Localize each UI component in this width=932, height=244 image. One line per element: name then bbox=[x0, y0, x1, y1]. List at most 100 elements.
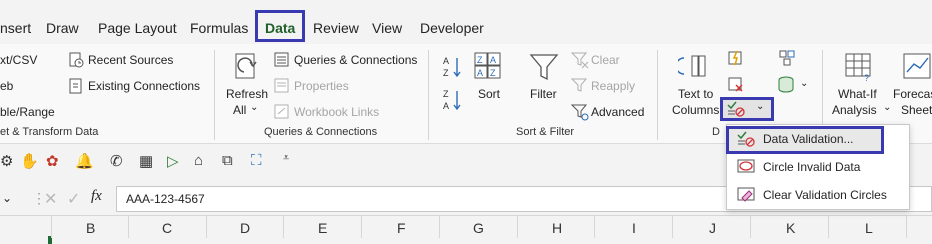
queries-connections-button[interactable]: Queries & Connections bbox=[294, 53, 417, 67]
consolidate-icon[interactable] bbox=[779, 50, 795, 66]
column-header-d[interactable]: D bbox=[240, 220, 250, 236]
sort-icon: Z A A Z bbox=[474, 52, 501, 79]
recent-sources-button[interactable]: Recent Sources bbox=[88, 53, 173, 67]
properties-icon bbox=[274, 78, 289, 93]
column-header-g[interactable]: G bbox=[473, 220, 484, 236]
from-table-range-button[interactable]: ble/Range bbox=[0, 105, 55, 119]
refresh-all-label-1[interactable]: Refresh bbox=[226, 87, 268, 101]
text-to-columns-label-2[interactable]: Columns bbox=[672, 103, 719, 117]
data-validation-icon bbox=[737, 131, 755, 147]
filter-button[interactable]: Filter bbox=[530, 87, 557, 101]
svg-text:Z: Z bbox=[490, 68, 496, 78]
svg-text:A: A bbox=[443, 101, 449, 111]
insert-function-button[interactable]: fx bbox=[91, 188, 102, 205]
reapply-button[interactable]: Reapply bbox=[591, 79, 635, 93]
properties-button[interactable]: Properties bbox=[294, 79, 349, 93]
copy-icon[interactable]: ⧉ bbox=[222, 152, 233, 169]
column-header-e[interactable]: E bbox=[318, 220, 327, 236]
clear-validation-circles-item[interactable]: Clear Validation Circles bbox=[763, 188, 887, 202]
what-if-label-1[interactable]: What-If bbox=[838, 87, 877, 101]
column-header-c[interactable]: C bbox=[162, 220, 172, 236]
copilot-icon[interactable]: ✿ bbox=[46, 152, 59, 170]
recent-sources-icon bbox=[69, 52, 84, 68]
tab-formulas[interactable]: Formulas bbox=[190, 20, 248, 36]
svg-text:A: A bbox=[477, 68, 483, 78]
svg-text:Z: Z bbox=[477, 55, 483, 65]
play-icon[interactable]: ▷ bbox=[167, 152, 179, 170]
group-divider bbox=[214, 50, 215, 140]
svg-text:?: ? bbox=[864, 73, 869, 82]
tab-data-highlight bbox=[255, 10, 305, 42]
refresh-all-label-2[interactable]: All bbox=[233, 103, 246, 117]
existing-connections-icon bbox=[69, 78, 82, 94]
data-validation-icon[interactable] bbox=[727, 101, 745, 117]
column-header-j[interactable]: J bbox=[709, 220, 716, 236]
circle-invalid-data-item[interactable]: Circle Invalid Data bbox=[763, 160, 860, 174]
data-validation-label: Data Validation... bbox=[763, 132, 854, 146]
clear-filter-icon bbox=[571, 52, 589, 69]
existing-connections-button[interactable]: Existing Connections bbox=[88, 79, 200, 93]
text-to-columns-icon bbox=[678, 55, 706, 77]
column-header-k[interactable]: K bbox=[786, 220, 795, 236]
checker-icon[interactable]: ▦ bbox=[139, 152, 153, 170]
tab-developer[interactable]: Developer bbox=[420, 20, 484, 36]
svg-text:A: A bbox=[490, 55, 496, 65]
queries-connections-icon bbox=[274, 52, 289, 67]
chevron-down-icon[interactable]: ⌄ bbox=[800, 78, 808, 89]
from-web-button[interactable]: eb bbox=[0, 79, 13, 93]
chevron-down-icon[interactable]: ⌄ bbox=[250, 102, 258, 113]
chevron-down-icon[interactable]: ⌄ bbox=[756, 101, 764, 112]
column-header-h[interactable]: H bbox=[552, 220, 562, 236]
clear-validation-circles-icon bbox=[737, 187, 755, 202]
group-label-get-transform: et & Transform Data bbox=[0, 126, 99, 138]
column-header-i[interactable]: I bbox=[632, 220, 636, 236]
reapply-icon bbox=[571, 78, 588, 92]
formula-value: AAA-123-4567 bbox=[126, 192, 205, 206]
phone-icon[interactable]: ✆ bbox=[110, 152, 123, 170]
column-header-l[interactable]: L bbox=[865, 220, 873, 236]
svg-text:Z: Z bbox=[443, 89, 449, 99]
group-label-data-tools: D bbox=[712, 126, 720, 138]
data-model-icon[interactable] bbox=[777, 76, 797, 94]
workbook-links-button[interactable]: Workbook Links bbox=[294, 105, 379, 119]
filter-icon bbox=[529, 54, 559, 81]
tab-insert[interactable]: nsert bbox=[0, 20, 31, 36]
flash-fill-icon[interactable] bbox=[728, 50, 744, 66]
group-label-sort-filter: Sort & Filter bbox=[516, 126, 575, 138]
forecast-sheet-label-2[interactable]: Sheet bbox=[901, 103, 932, 117]
what-if-analysis-icon: ? bbox=[845, 53, 871, 82]
remove-duplicates-icon[interactable] bbox=[728, 76, 744, 92]
column-header-f[interactable]: F bbox=[397, 220, 406, 236]
chevron-down-icon[interactable]: ⌄ bbox=[883, 102, 891, 113]
bell-icon[interactable]: 🔔 bbox=[75, 152, 94, 170]
forecast-sheet-label-1[interactable]: Forecas bbox=[893, 87, 932, 101]
clear-button[interactable]: Clear bbox=[591, 53, 620, 67]
cancel-icon[interactable]: ✕ bbox=[44, 189, 57, 209]
group-divider bbox=[428, 50, 429, 140]
enter-icon[interactable]: ✓ bbox=[67, 189, 80, 209]
sort-z-to-a-icon[interactable]: Z A bbox=[443, 88, 463, 112]
gear-icon[interactable]: ⚙ bbox=[0, 152, 13, 170]
name-box-chevron-icon[interactable]: ⌄ bbox=[2, 191, 12, 205]
text-to-columns-label-1[interactable]: Text to bbox=[678, 87, 713, 101]
hand-icon[interactable]: ✋ bbox=[20, 152, 39, 170]
share-icon[interactable]: ⛶ bbox=[251, 152, 262, 169]
advanced-button[interactable]: Advanced bbox=[591, 105, 644, 119]
from-text-csv-button[interactable]: xt/CSV bbox=[0, 53, 37, 67]
workbook-links-icon bbox=[274, 104, 289, 119]
forecast-sheet-icon bbox=[903, 53, 931, 79]
svg-text:Z: Z bbox=[443, 68, 449, 78]
advanced-filter-icon bbox=[571, 104, 589, 121]
sort-button[interactable]: Sort bbox=[478, 87, 500, 101]
tab-page-layout[interactable]: Page Layout bbox=[98, 20, 177, 36]
sort-a-to-z-icon[interactable]: A Z bbox=[443, 55, 463, 79]
tab-review[interactable]: Review bbox=[313, 20, 359, 36]
group-divider bbox=[657, 50, 658, 140]
what-if-label-2[interactable]: Analysis bbox=[832, 103, 877, 117]
group-label-queries: Queries & Connections bbox=[264, 126, 378, 138]
column-header-b[interactable]: B bbox=[86, 220, 95, 236]
home-icon[interactable]: ⌂ bbox=[194, 152, 203, 169]
customize-dropdown-icon[interactable]: ⩡ bbox=[283, 152, 289, 165]
tab-view[interactable]: View bbox=[372, 20, 402, 36]
tab-draw[interactable]: Draw bbox=[46, 20, 79, 36]
